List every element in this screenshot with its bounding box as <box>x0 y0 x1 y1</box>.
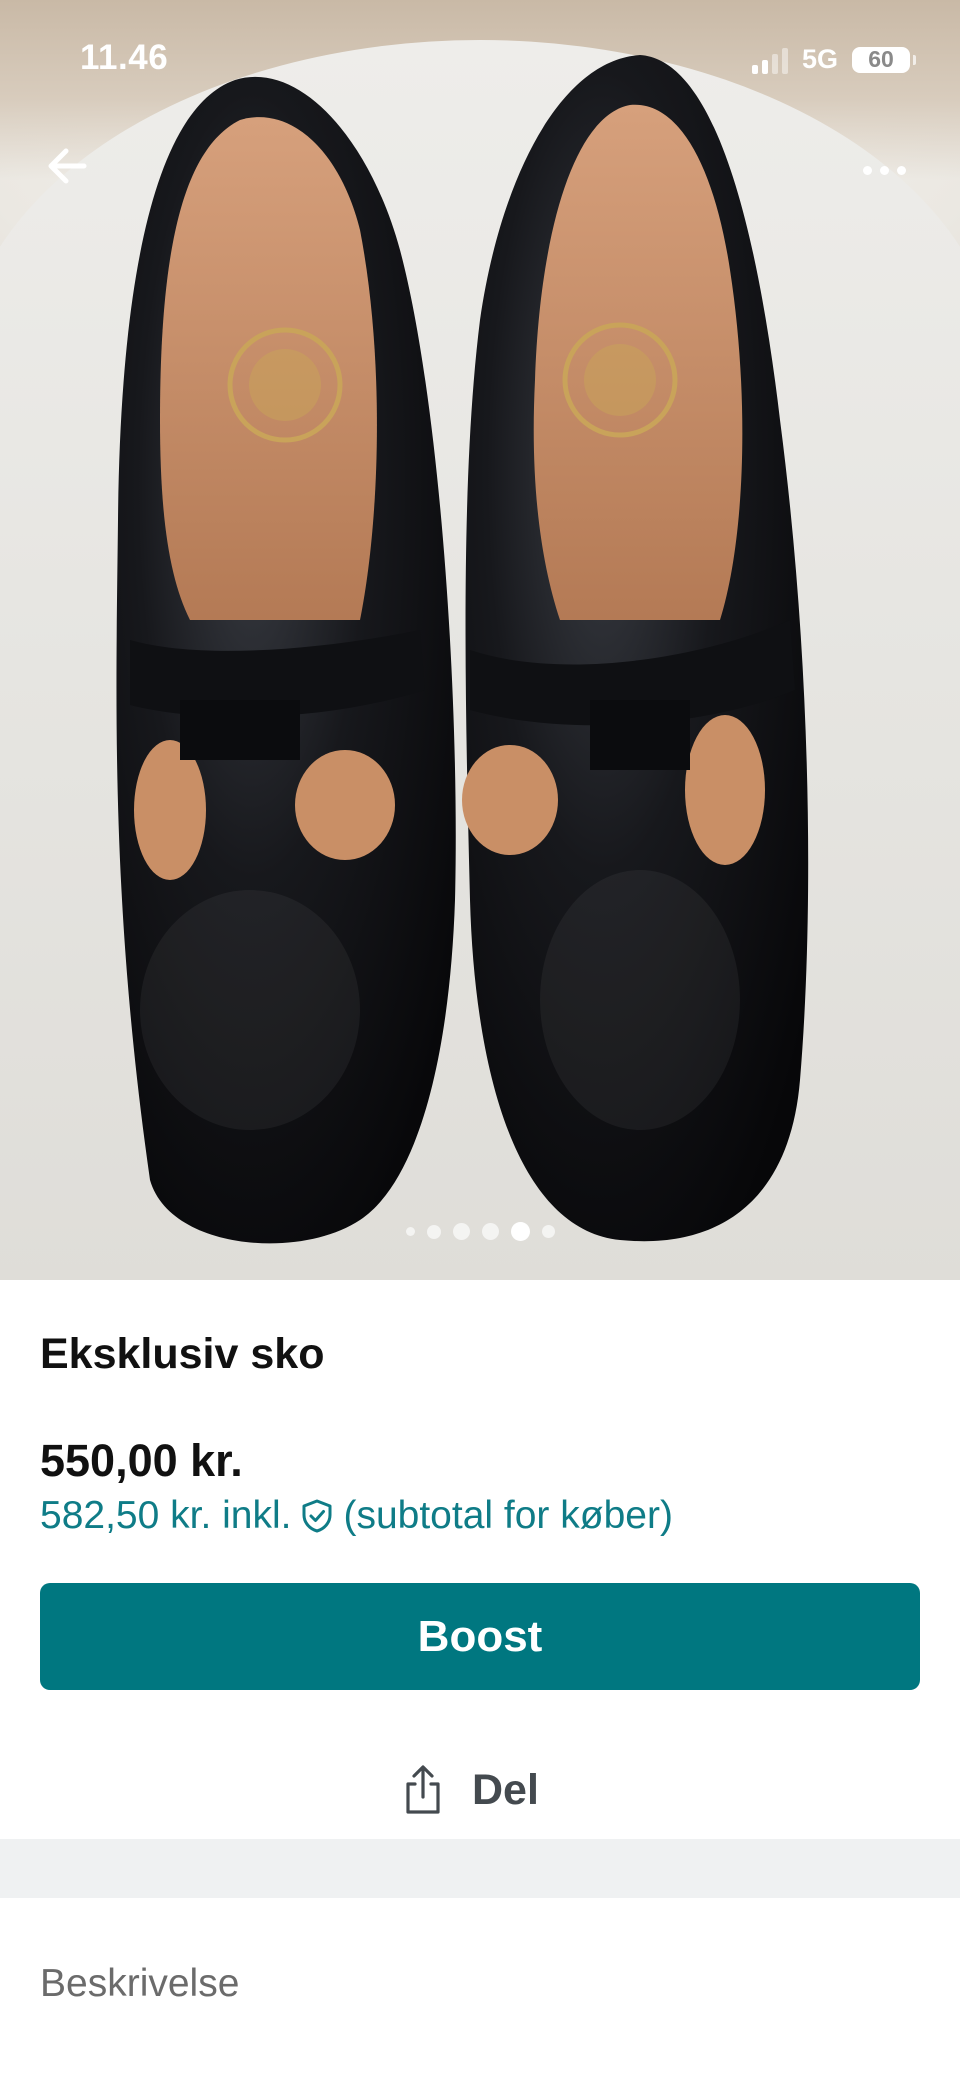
left-shoe <box>116 76 456 1244</box>
right-shoe <box>462 55 809 1242</box>
network-type: 5G <box>801 44 838 74</box>
page-dot-active[interactable] <box>510 1222 530 1241</box>
back-button[interactable] <box>40 138 96 194</box>
item-title: Eksklusiv sko <box>40 1330 325 1378</box>
status-time: 11.46 <box>80 38 169 77</box>
page-dot[interactable] <box>541 1225 555 1238</box>
product-photo-gallery[interactable]: 11.46 5G 60 <box>0 0 960 1280</box>
section-separator <box>0 1839 960 1898</box>
boost-button[interactable]: Boost <box>40 1583 920 1690</box>
more-options-button[interactable] <box>848 146 920 194</box>
share-label: Del <box>472 1765 539 1814</box>
gallery-page-indicator <box>0 1222 960 1241</box>
buyer-price-amount: 582,50 kr. inkl. <box>40 1494 292 1537</box>
more-horizontal-icon <box>862 165 872 175</box>
page-dot[interactable] <box>426 1224 441 1239</box>
item-price: 550,00 kr. <box>40 1435 243 1486</box>
page-dot[interactable] <box>452 1223 470 1240</box>
cellular-signal-icon <box>751 46 788 74</box>
shield-check-icon <box>302 1499 332 1533</box>
page-dot[interactable] <box>405 1227 415 1236</box>
battery-icon: 60 <box>852 46 916 73</box>
share-button[interactable]: Del <box>400 1760 539 1820</box>
description-heading: Beskrivelse <box>40 1962 240 2005</box>
arrow-left-icon <box>48 148 87 184</box>
product-photo-shoes <box>116 55 809 1244</box>
buyer-price-info[interactable]: 582,50 kr. inkl. (subtotal for køber) <box>40 1494 673 1538</box>
page-dot[interactable] <box>481 1223 499 1240</box>
status-indicators: 5G 60 <box>751 44 916 75</box>
share-icon <box>406 1765 440 1814</box>
buyer-price-note: (subtotal for køber) <box>343 1494 673 1537</box>
